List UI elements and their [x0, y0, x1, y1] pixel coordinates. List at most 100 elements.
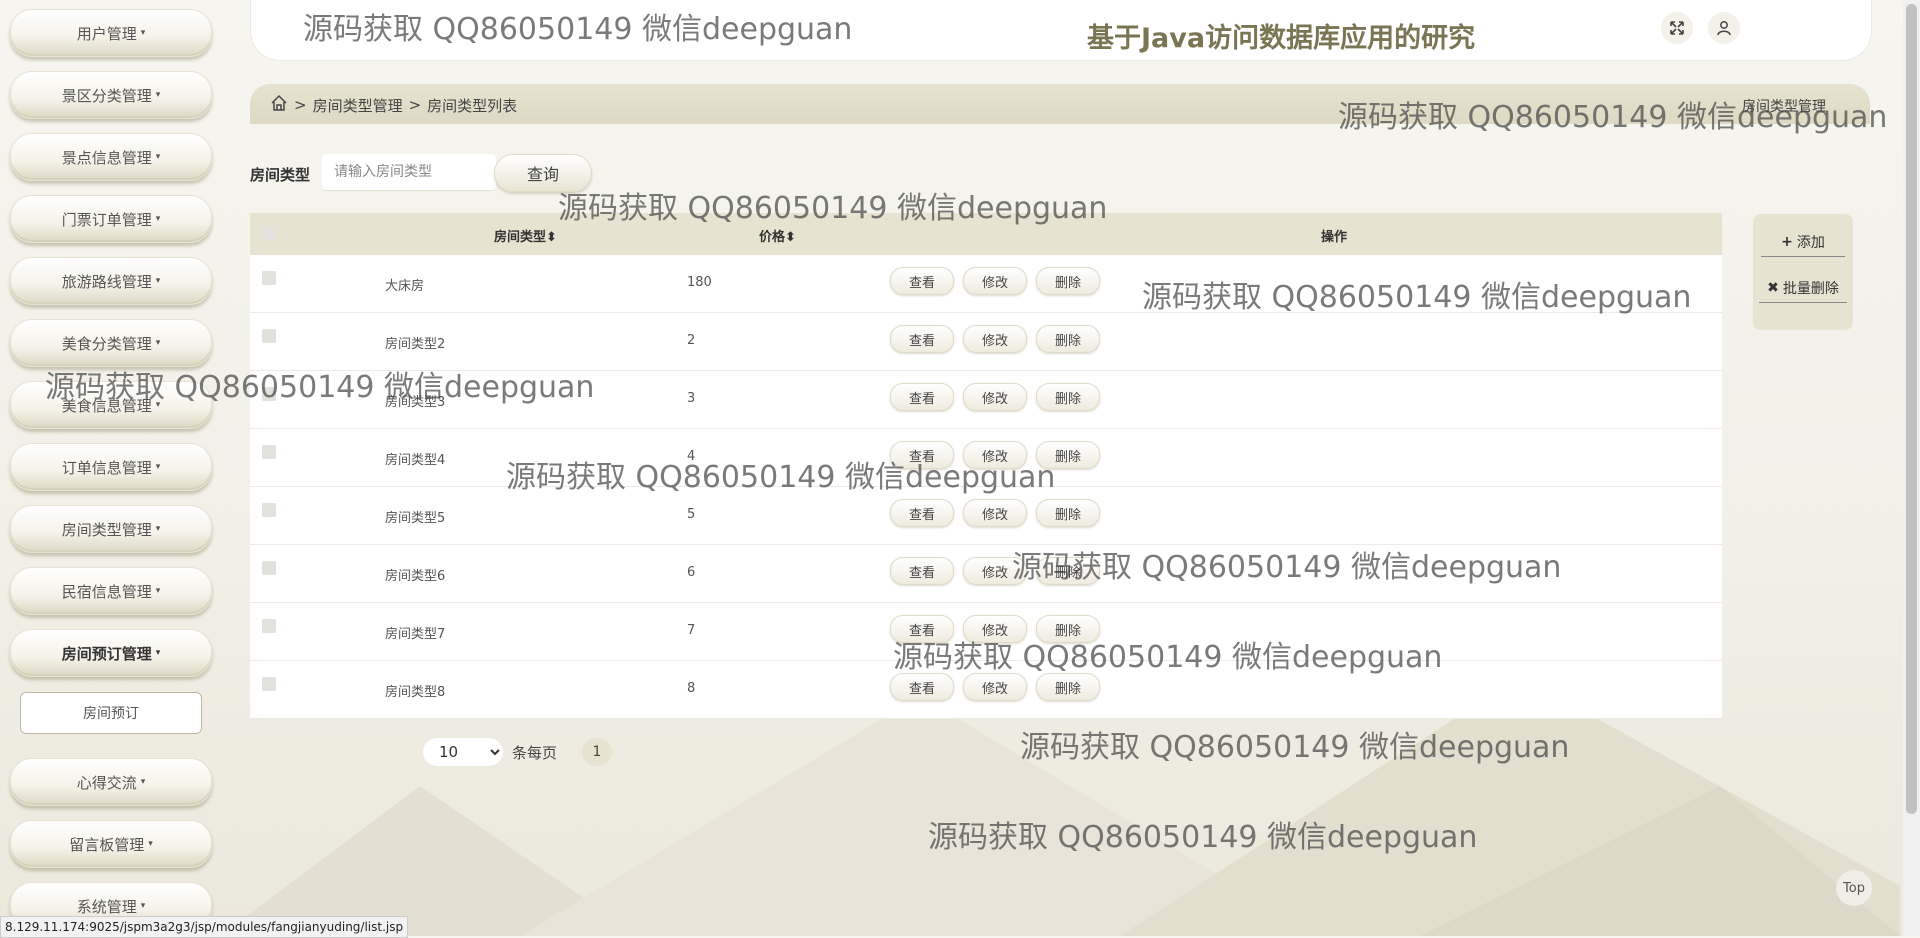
table-row: 房间类型8 8 查看 修改 删除	[250, 661, 1722, 719]
caret-down-icon: ▾	[155, 276, 161, 286]
row-checkbox[interactable]	[262, 561, 276, 575]
sidebar-item-experience-exchange[interactable]: 心得交流 ▾	[10, 758, 212, 806]
breadcrumb: > 房间类型管理 > 房间类型列表 房间类型管理	[250, 84, 1870, 124]
caret-down-icon: ▾	[155, 152, 161, 162]
edit-button[interactable]: 修改	[963, 325, 1027, 353]
table-row: 房间类型4 4 查看 修改 删除	[250, 429, 1722, 487]
caret-down-icon: ▾	[155, 524, 161, 534]
breadcrumb-level1[interactable]: 房间类型管理	[313, 95, 403, 116]
price-cell: 6	[687, 565, 696, 580]
sidebar-item-room-type[interactable]: 房间类型管理 ▾	[10, 505, 212, 553]
column-header-room-type[interactable]: 房间类型⬍	[494, 226, 557, 245]
table-row: 大床房 180 查看 修改 删除	[250, 255, 1722, 313]
sidebar-item-user-management[interactable]: 用户管理 ▾	[10, 9, 212, 57]
page-size-select[interactable]: 10	[423, 738, 503, 766]
sort-icon: ⬍	[546, 230, 557, 245]
delete-button[interactable]: 删除	[1036, 615, 1100, 643]
room-type-cell: 房间类型5	[385, 511, 446, 526]
search-label: 房间类型	[250, 166, 311, 184]
room-type-cell: 房间类型6	[385, 569, 446, 584]
sidebar-item-room-booking[interactable]: 房间预订管理 ▾	[10, 629, 212, 677]
row-checkbox[interactable]	[262, 329, 276, 343]
table-row: 房间类型5 5 查看 修改 删除	[250, 487, 1722, 545]
row-checkbox[interactable]	[262, 387, 276, 401]
plus-icon: +	[1781, 234, 1793, 250]
breadcrumb-level2: 房间类型列表	[427, 96, 518, 115]
table-row: 房间类型6 6 查看 修改 删除	[250, 545, 1722, 603]
scrollbar-thumb[interactable]	[1906, 4, 1917, 814]
select-all-checkbox[interactable]	[262, 227, 276, 241]
query-button[interactable]: 查询	[494, 154, 592, 192]
breadcrumb-separator: >	[408, 96, 422, 114]
page-number-button[interactable]: 1	[582, 738, 612, 766]
sidebar-item-food-info[interactable]: 美食信息管理 ▾	[10, 381, 212, 429]
table-header: 房间类型⬍ 价格⬍ 操作	[250, 213, 1722, 255]
vertical-scrollbar[interactable]	[1903, 0, 1920, 936]
row-checkbox[interactable]	[262, 445, 276, 459]
edit-button[interactable]: 修改	[963, 441, 1027, 469]
submenu-room-booking[interactable]: 房间预订	[20, 692, 202, 734]
room-type-cell: 房间类型8	[385, 685, 446, 700]
delete-button[interactable]: 删除	[1036, 383, 1100, 411]
caret-down-icon: ▾	[155, 462, 161, 472]
view-button[interactable]: 查看	[890, 325, 954, 353]
edit-button[interactable]: 修改	[963, 557, 1027, 585]
sidebar-item-order-info[interactable]: 订单信息管理 ▾	[10, 443, 212, 491]
price-cell: 3	[687, 391, 696, 406]
room-type-table: 房间类型⬍ 价格⬍ 操作 大床房 180 查看 修改 删除 房间类型2 2 查看…	[250, 213, 1722, 719]
caret-down-icon: ▾	[155, 400, 161, 410]
view-button[interactable]: 查看	[890, 673, 954, 701]
column-header-price[interactable]: 价格⬍	[759, 226, 796, 245]
batch-delete-button[interactable]: ✖ 批量删除	[1759, 274, 1847, 303]
caret-down-icon: ▾	[155, 90, 161, 100]
row-checkbox[interactable]	[262, 677, 276, 691]
action-panel: + 添加 ✖ 批量删除	[1753, 214, 1853, 330]
view-button[interactable]: 查看	[890, 615, 954, 643]
sidebar-item-scenic-category[interactable]: 景区分类管理 ▾	[10, 71, 212, 119]
caret-down-icon: ▾	[140, 901, 146, 911]
row-checkbox[interactable]	[262, 619, 276, 633]
delete-button[interactable]: 删除	[1036, 325, 1100, 353]
row-checkbox[interactable]	[262, 503, 276, 517]
room-type-search-input[interactable]	[322, 154, 496, 191]
delete-button[interactable]: 删除	[1036, 499, 1100, 527]
sidebar-item-homestay-info[interactable]: 民宿信息管理 ▾	[10, 567, 212, 615]
watermark-text: 源码获取 QQ86050149 微信deepguan	[928, 820, 1478, 855]
sidebar-item-scenic-spot-info[interactable]: 景点信息管理 ▾	[10, 133, 212, 181]
view-button[interactable]: 查看	[890, 267, 954, 295]
view-button[interactable]: 查看	[890, 441, 954, 469]
delete-button[interactable]: 删除	[1036, 267, 1100, 295]
sidebar-item-ticket-orders[interactable]: 门票订单管理 ▾	[10, 195, 212, 243]
sort-icon: ⬍	[785, 230, 796, 245]
price-cell: 5	[687, 507, 696, 522]
price-cell: 180	[687, 275, 712, 290]
table-row: 房间类型3 3 查看 修改 删除	[250, 371, 1722, 429]
fullscreen-icon[interactable]	[1661, 12, 1693, 44]
breadcrumb-separator: >	[294, 96, 307, 114]
edit-button[interactable]: 修改	[963, 673, 1027, 701]
row-checkbox[interactable]	[262, 271, 276, 285]
view-button[interactable]: 查看	[890, 499, 954, 527]
watermark-text: 源码获取 QQ86050149 微信deepguan	[1020, 730, 1570, 765]
edit-button[interactable]: 修改	[963, 615, 1027, 643]
user-icon[interactable]	[1708, 12, 1740, 44]
sidebar-item-travel-routes[interactable]: 旅游路线管理 ▾	[10, 257, 212, 305]
view-button[interactable]: 查看	[890, 557, 954, 585]
column-header-operations: 操作	[1321, 230, 1348, 245]
room-type-cell: 房间类型4	[385, 453, 446, 468]
close-icon: ✖	[1767, 280, 1779, 296]
edit-button[interactable]: 修改	[963, 267, 1027, 295]
table-row: 房间类型2 2 查看 修改 删除	[250, 313, 1722, 371]
delete-button[interactable]: 删除	[1036, 557, 1100, 585]
add-button[interactable]: + 添加	[1761, 228, 1845, 257]
back-to-top-button[interactable]: Top	[1836, 870, 1872, 906]
edit-button[interactable]: 修改	[963, 499, 1027, 527]
delete-button[interactable]: 删除	[1036, 441, 1100, 469]
sidebar-item-message-board[interactable]: 留言板管理 ▾	[10, 820, 212, 868]
view-button[interactable]: 查看	[890, 383, 954, 411]
edit-button[interactable]: 修改	[963, 383, 1027, 411]
home-icon[interactable]	[270, 94, 288, 116]
delete-button[interactable]: 删除	[1036, 673, 1100, 701]
caret-down-icon: ▾	[155, 648, 161, 658]
sidebar-item-food-category[interactable]: 美食分类管理 ▾	[10, 319, 212, 367]
